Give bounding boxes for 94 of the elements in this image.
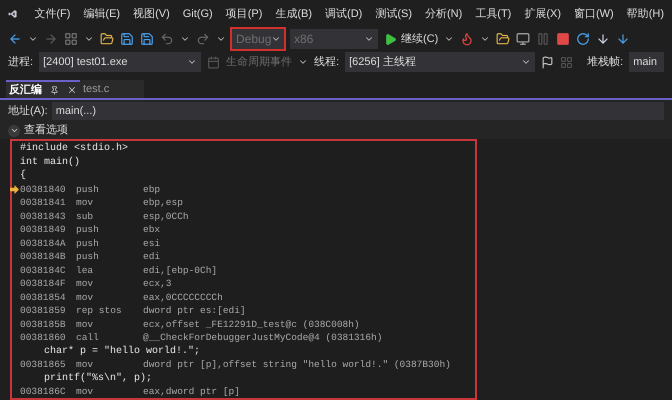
instruction-address: 00381849 [20,223,67,236]
instruction-mnemonic: push [76,236,100,250]
instruction-mnemonic: mov [76,318,94,331]
instruction-address: 00381841 [20,196,67,210]
instruction-address: 00381854 [20,290,67,304]
restart-icon[interactable] [576,32,590,46]
instruction-address: 0038184C [20,264,67,277]
menu-item[interactable]: 生成(B) [275,6,312,22]
instruction-operands: ebp,esp [143,196,183,210]
menu-item[interactable]: 工具(T) [475,6,512,22]
save-icon[interactable] [120,32,134,46]
instruction-operands: dword ptr [p],offset string "hello world!." (0387B30h) [143,358,451,372]
instruction-mnemonic: push [76,223,100,236]
instruction-operands: ecx,3 [143,277,172,290]
instruction-address: 00381860 [20,331,67,344]
flame-icon[interactable] [460,32,474,46]
window-icon[interactable] [516,32,530,46]
instruction-operands: edi,[ebp-0Ch] [143,264,218,277]
chevron-icon [10,126,18,135]
current-line-arrow-icon [10,184,19,194]
instruction-address: 00381865 [20,358,67,372]
instruction-mnemonic: lea [76,264,94,277]
instruction-mnemonic: mov [76,277,94,290]
menu-item[interactable]: 测试(S) [375,6,412,22]
menu-item[interactable]: Git(G) [182,6,213,22]
source-line: printf("%s\n", p); [43,372,152,385]
address-field[interactable]: main(...) [52,102,664,120]
instruction-operands: dword ptr es:[edi] [143,304,246,318]
redo-icon[interactable] [196,32,210,46]
instruction-operands: esi [143,236,160,250]
flag-icon[interactable] [541,56,554,68]
menu-item[interactable]: 项目(P) [226,6,262,22]
stack-frame-label: 堆栈帧: [587,54,624,70]
address-label: 地址(A): [8,104,48,119]
pin-icon[interactable] [50,86,59,94]
tab[interactable]: 反汇编 [6,80,80,98]
source-line: { [20,169,26,182]
instruction-operands: ebx [143,223,160,236]
instruction-mnemonic: push [76,250,100,264]
instruction-mnemonic: sub [76,210,94,223]
menu-item[interactable]: 编辑(E) [83,6,120,22]
thread-label: 线程: [314,54,340,70]
instruction-mnemonic: push [76,182,100,196]
instruction-mnemonic: rep stos [76,304,123,318]
close-icon[interactable] [67,85,77,95]
menu-item[interactable]: 视图(V) [133,6,170,22]
stack-frame-dropdown[interactable]: main [629,52,664,72]
instruction-mnemonic: call [76,331,100,344]
instruction-operands: eax,dword ptr [p] [143,385,240,398]
source-line: #include <stdio.h> [20,142,128,156]
instruction-operands: esp,0CCh [143,210,189,223]
instruction-operands: ebp [143,182,160,196]
menu-item[interactable]: 分析(N) [425,6,462,22]
instruction-mnemonic: mov [76,358,94,372]
instruction-address: 0038186C [20,385,67,398]
undo-icon[interactable] [160,32,174,46]
menu-item[interactable]: 窗口(W) [574,6,614,22]
instruction-address: 0038185B [20,318,67,331]
thread-dropdown[interactable]: [6256] 主线程 [345,52,536,72]
menu-item[interactable]: 调试(D) [325,6,362,22]
folder-icon[interactable] [496,32,510,46]
tab[interactable]: test.c [80,80,144,98]
forward-icon[interactable] [44,32,58,46]
view-options-label[interactable]: 查看选项 [24,122,68,139]
process-label: 进程: [8,54,34,70]
step-into-icon[interactable] [596,32,610,46]
instruction-mnemonic: mov [76,196,94,210]
menu-item[interactable]: 帮助(H) [626,6,664,22]
instruction-address: 0038184F [20,277,67,290]
instruction-operands: @__CheckForDebuggerJustMyCode@4 (0381316h) [143,331,382,344]
process-dropdown[interactable]: [2400] test01.exe [39,52,202,72]
instruction-operands: ecx,offset _FE12291D_test@c (038C008h) [143,318,360,331]
instruction-address: 00381859 [20,304,67,318]
grid-icon[interactable] [64,32,78,46]
play-icon [384,32,397,46]
instruction-address: 00381843 [20,210,67,223]
step-over-icon[interactable] [616,32,630,46]
open-folder-icon[interactable] [100,32,114,46]
instruction-mnemonic: mov [76,290,94,304]
instruction-operands: eax,0CCCCCCCCh [143,290,223,304]
save-all-icon[interactable] [140,32,154,46]
menu-item[interactable]: 扩展(X) [524,6,561,22]
instruction-mnemonic: mov [76,385,94,398]
source-line: char* p = "hello world!."; [43,344,200,358]
instruction-address: 0038184A [20,236,67,250]
instruction-address: 00381840 [20,182,67,196]
instruction-operands: edi [143,250,160,264]
instruction-address: 0038184B [20,250,67,264]
menu-item[interactable]: 文件(F) [34,6,70,22]
expand-toggle[interactable] [8,124,20,136]
continue-button[interactable]: 继续(C) [384,30,438,48]
back-icon[interactable] [8,32,22,46]
stop-icon[interactable] [556,32,570,46]
source-line: int main() [20,156,80,169]
